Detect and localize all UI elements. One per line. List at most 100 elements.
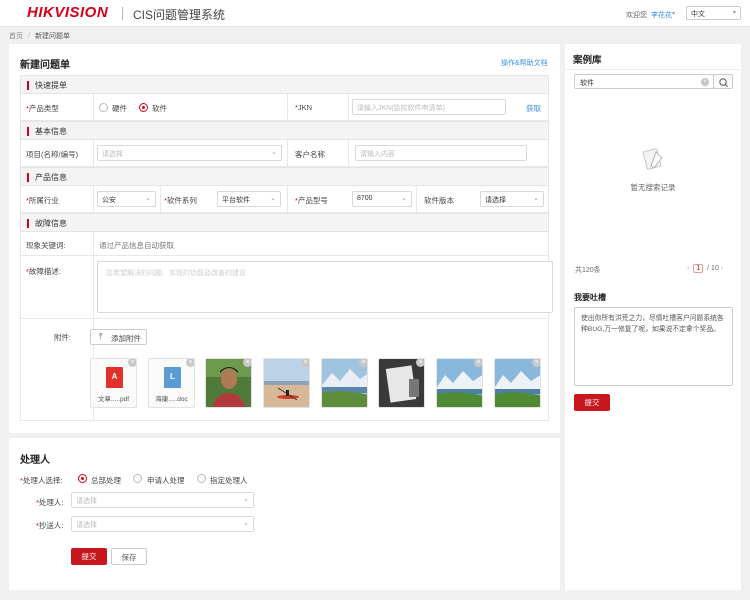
new-issue-panel: 新建问题单 操作&帮助文档 快速提单 *产品类型 硬件 软件 *JKN 请输入J… bbox=[9, 44, 560, 433]
radio-hardware-label[interactable]: 硬件 bbox=[112, 103, 127, 114]
jkn-label: *JKN bbox=[295, 103, 313, 112]
breadcrumb: 首页 / 新建问题单 bbox=[9, 31, 70, 41]
save-button[interactable]: 保存 bbox=[111, 548, 147, 565]
prev-page-icon[interactable]: ‹ bbox=[687, 265, 689, 272]
handler-label: *处理人: bbox=[36, 498, 64, 507]
radio-hq-handle[interactable] bbox=[78, 474, 87, 483]
attachment-filename: 文章.....pdf bbox=[97, 396, 130, 403]
version-select[interactable]: 请选择 ⌄ bbox=[480, 191, 544, 207]
remove-attachment-icon[interactable]: × bbox=[416, 359, 424, 367]
chevron-down-icon: ⌄ bbox=[243, 496, 249, 503]
search-icon bbox=[719, 78, 728, 87]
chevron-down-icon: ⌄ bbox=[243, 520, 249, 527]
app-title: CIS问题管理系统 bbox=[133, 8, 226, 22]
radio-hq-handle-label[interactable]: 总部处理 bbox=[91, 475, 121, 486]
divider bbox=[565, 69, 741, 70]
attachment-image-portrait[interactable]: × bbox=[205, 358, 252, 408]
row-basic: 项目(名称/编号) 请选择 ⌄ 客户名称 请输入内容 bbox=[20, 140, 549, 167]
empty-record-icon bbox=[642, 148, 663, 170]
attachment-doc[interactable]: × L 海康.....doc bbox=[148, 358, 195, 408]
project-select[interactable]: 请选择 ⌄ bbox=[97, 145, 282, 161]
attachment-image-paper[interactable]: × bbox=[378, 358, 425, 408]
attachments-label: 附件: bbox=[54, 333, 72, 342]
submit-button[interactable]: 提交 bbox=[71, 548, 107, 565]
breadcrumb-home[interactable]: 首页 bbox=[9, 33, 23, 40]
language-select[interactable]: 中文 ▾ bbox=[686, 6, 741, 20]
empty-text: 暂无搜索记录 bbox=[630, 183, 676, 192]
radio-software[interactable] bbox=[139, 103, 148, 112]
handler-select-label: *处理人选择: bbox=[20, 476, 63, 485]
breadcrumb-separator: / bbox=[28, 33, 30, 40]
page-total: / 10 bbox=[707, 265, 719, 272]
series-select[interactable]: 平台软件 ⌄ bbox=[217, 191, 281, 207]
search-button[interactable] bbox=[713, 74, 733, 89]
radio-assign-handler[interactable] bbox=[197, 474, 206, 483]
radio-assign-handler-label[interactable]: 指定处理人 bbox=[210, 475, 248, 486]
jkn-input[interactable]: 请输入JKN(监控软件申请单) bbox=[352, 99, 506, 115]
radio-applicant-handle-label[interactable]: 申请人处理 bbox=[147, 475, 185, 486]
row-description: *故障描述: 您希望解决的问题、实现的功能及改善的建议 bbox=[20, 256, 553, 319]
case-library-title: 案例库 bbox=[573, 55, 602, 66]
next-page-icon[interactable]: › bbox=[721, 265, 723, 272]
feedback-textarea[interactable]: 使出你所有洪荒之力，尽情吐槽客户问题系统各种BUG,万一修复了呢，如果说不定拿个… bbox=[574, 307, 733, 386]
feedback-submit-button[interactable]: 提交 bbox=[574, 394, 610, 411]
remove-attachment-icon[interactable]: × bbox=[243, 359, 251, 367]
handler-select[interactable]: 请选择 ⌄ bbox=[71, 492, 254, 508]
user-menu[interactable]: 李花花 bbox=[651, 10, 672, 20]
page-current[interactable]: 1 bbox=[693, 264, 704, 273]
radio-software-label[interactable]: 软件 bbox=[152, 103, 167, 114]
cc-label: *抄送人: bbox=[36, 521, 64, 530]
help-doc-link[interactable]: 操作&帮助文档 bbox=[501, 58, 548, 68]
customer-input[interactable]: 请输入内容 bbox=[355, 145, 527, 161]
add-attachment-button[interactable]: ⤒ 添加附件 bbox=[90, 329, 147, 345]
section-basic: 基本信息 bbox=[20, 121, 549, 140]
model-select[interactable]: 8700 ⌄ bbox=[352, 191, 412, 207]
case-search-input[interactable]: 软件 × bbox=[574, 74, 714, 89]
chevron-down-icon: ⌄ bbox=[401, 195, 407, 202]
industry-label: *所属行业 bbox=[26, 196, 59, 205]
attachment-image-lake[interactable]: × bbox=[321, 358, 368, 408]
remove-attachment-icon[interactable]: × bbox=[128, 359, 136, 367]
hikvision-logo: HIKVISION bbox=[27, 4, 109, 21]
chevron-down-icon: ⌄ bbox=[271, 149, 277, 156]
attachment-image-mountains[interactable]: × bbox=[494, 358, 541, 408]
project-label: 项目(名称/编号) bbox=[26, 150, 79, 159]
attachment-pdf[interactable]: × A 文章.....pdf bbox=[90, 358, 137, 408]
chevron-down-icon: ⌄ bbox=[270, 195, 276, 202]
breadcrumb-current: 新建问题单 bbox=[34, 33, 70, 40]
remove-attachment-icon[interactable]: × bbox=[474, 359, 482, 367]
keyword-label: 现象关键词: bbox=[26, 241, 66, 250]
series-label: *软件系列 bbox=[164, 196, 197, 205]
radio-hardware[interactable] bbox=[99, 103, 108, 112]
model-label: *产品型号 bbox=[295, 196, 328, 205]
remove-attachment-icon[interactable]: × bbox=[186, 359, 194, 367]
welcome-text: 欢迎您 bbox=[626, 12, 647, 19]
customer-label: 客户名称 bbox=[295, 150, 325, 159]
chevron-down-icon[interactable]: ▾ bbox=[672, 10, 675, 17]
language-value: 中文 bbox=[691, 11, 705, 18]
pdf-file-icon: A bbox=[106, 367, 123, 388]
handler-title: 处理人 bbox=[20, 455, 50, 466]
product-type-label: *产品类型 bbox=[26, 104, 59, 113]
row-product: *所属行业 公安 ⌄ *软件系列 平台软件 ⌄ *产品型号 8700 ⌄ 软件版本 请… bbox=[20, 186, 549, 213]
handler-panel: 处理人 *处理人选择: 总部处理 申请人处理 指定处理人 *处理人: 请选择 ⌄ … bbox=[9, 438, 560, 590]
industry-select[interactable]: 公安 ⌄ bbox=[97, 191, 156, 207]
attachment-image-kayak[interactable]: × bbox=[263, 358, 310, 408]
chevron-down-icon: ▾ bbox=[732, 10, 736, 16]
cc-select[interactable]: 请选择 ⌄ bbox=[71, 516, 254, 532]
radio-applicant-handle[interactable] bbox=[133, 474, 142, 483]
remove-attachment-icon[interactable]: × bbox=[301, 359, 309, 367]
clear-icon[interactable]: × bbox=[701, 78, 709, 86]
chevron-down-icon: ⌄ bbox=[533, 195, 539, 202]
fetch-jkn-link[interactable]: 获取 bbox=[526, 103, 541, 114]
header-divider bbox=[122, 7, 123, 20]
case-library-panel: 案例库 软件 × 暂无搜索记录 共120条 ‹ 1 / 10 › 我要吐槽 使出… bbox=[565, 44, 741, 590]
attachment-image-mountains[interactable]: × bbox=[436, 358, 483, 408]
row-keyword: 现象关键词: 通过产品信息自动获取 bbox=[20, 232, 549, 256]
section-quick: 快速提单 bbox=[20, 75, 549, 94]
remove-attachment-icon[interactable]: × bbox=[532, 359, 540, 367]
description-label: *故障描述: bbox=[26, 267, 62, 276]
remove-attachment-icon[interactable]: × bbox=[359, 359, 367, 367]
description-textarea[interactable]: 您希望解决的问题、实现的功能及改善的建议 bbox=[97, 261, 553, 313]
row-product-type: *产品类型 硬件 软件 *JKN 请输入JKN(监控软件申请单) 获取 bbox=[20, 94, 549, 121]
